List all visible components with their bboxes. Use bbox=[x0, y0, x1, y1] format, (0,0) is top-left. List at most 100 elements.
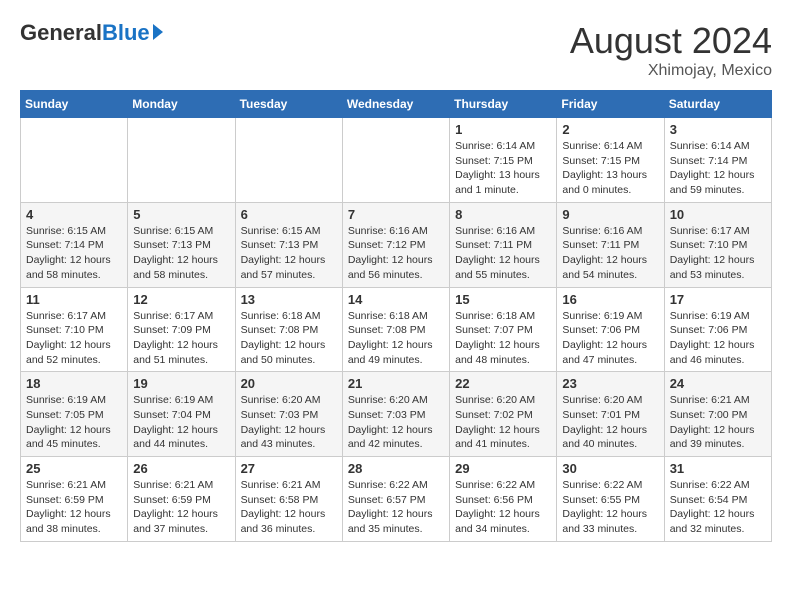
calendar-cell: 31 Sunrise: 6:22 AM Sunset: 6:54 PM Dayli… bbox=[664, 457, 771, 542]
day-number: 4 bbox=[26, 207, 122, 222]
day-number: 30 bbox=[562, 461, 658, 476]
column-header-thursday: Thursday bbox=[450, 91, 557, 118]
day-info: Sunrise: 6:21 AM Sunset: 7:00 PM Dayligh… bbox=[670, 393, 766, 452]
day-number: 6 bbox=[241, 207, 337, 222]
day-number: 26 bbox=[133, 461, 229, 476]
day-number: 31 bbox=[670, 461, 766, 476]
calendar-cell: 30 Sunrise: 6:22 AM Sunset: 6:55 PM Dayli… bbox=[557, 457, 664, 542]
calendar-cell bbox=[235, 118, 342, 203]
day-info: Sunrise: 6:19 AM Sunset: 7:05 PM Dayligh… bbox=[26, 393, 122, 452]
calendar-cell: 10Sunrise: 6:17 AM Sunset: 7:10 PM Dayli… bbox=[664, 202, 771, 287]
day-number: 29 bbox=[455, 461, 551, 476]
calendar-cell: 16Sunrise: 6:19 AM Sunset: 7:06 PM Dayli… bbox=[557, 287, 664, 372]
column-header-saturday: Saturday bbox=[664, 91, 771, 118]
calendar-week-row: 1 Sunrise: 6:14 AM Sunset: 7:15 PM Daylig… bbox=[21, 118, 772, 203]
column-header-friday: Friday bbox=[557, 91, 664, 118]
calendar-week-row: 25 Sunrise: 6:21 AM Sunset: 6:59 PM Dayli… bbox=[21, 457, 772, 542]
column-header-wednesday: Wednesday bbox=[342, 91, 449, 118]
calendar-cell: 22 Sunrise: 6:20 AM Sunset: 7:02 PM Dayli… bbox=[450, 372, 557, 457]
calendar-cell: 5 Sunrise: 6:15 AM Sunset: 7:13 PM Daylig… bbox=[128, 202, 235, 287]
day-number: 1 bbox=[455, 122, 551, 137]
calendar-cell: 12 Sunrise: 6:17 AM Sunset: 7:09 PM Dayli… bbox=[128, 287, 235, 372]
day-info: Sunrise: 6:21 AM Sunset: 6:58 PM Dayligh… bbox=[241, 478, 337, 537]
day-info: Sunrise: 6:22 AM Sunset: 6:55 PM Dayligh… bbox=[562, 478, 658, 537]
day-number: 2 bbox=[562, 122, 658, 137]
calendar-cell: 8Sunrise: 6:16 AM Sunset: 7:11 PM Daylig… bbox=[450, 202, 557, 287]
calendar-cell: 18Sunrise: 6:19 AM Sunset: 7:05 PM Dayli… bbox=[21, 372, 128, 457]
logo: General Blue bbox=[20, 20, 163, 46]
calendar-cell: 11 Sunrise: 6:17 AM Sunset: 7:10 PM Dayli… bbox=[21, 287, 128, 372]
calendar-cell bbox=[128, 118, 235, 203]
day-info: Sunrise: 6:17 AM Sunset: 7:09 PM Dayligh… bbox=[133, 309, 229, 368]
page-header: General Blue August 2024 Xhimojay, Mexic… bbox=[20, 20, 772, 80]
day-number: 10 bbox=[670, 207, 766, 222]
day-info: Sunrise: 6:21 AM Sunset: 6:59 PM Dayligh… bbox=[133, 478, 229, 537]
day-number: 15 bbox=[455, 292, 551, 307]
calendar-cell: 24 Sunrise: 6:21 AM Sunset: 7:00 PM Dayli… bbox=[664, 372, 771, 457]
day-number: 7 bbox=[348, 207, 444, 222]
day-info: Sunrise: 6:22 AM Sunset: 6:57 PM Dayligh… bbox=[348, 478, 444, 537]
day-number: 19 bbox=[133, 376, 229, 391]
day-info: Sunrise: 6:21 AM Sunset: 6:59 PM Dayligh… bbox=[26, 478, 122, 537]
day-info: Sunrise: 6:22 AM Sunset: 6:54 PM Dayligh… bbox=[670, 478, 766, 537]
day-info: Sunrise: 6:20 AM Sunset: 7:03 PM Dayligh… bbox=[348, 393, 444, 452]
calendar-cell bbox=[342, 118, 449, 203]
day-number: 22 bbox=[455, 376, 551, 391]
calendar-cell: 15 Sunrise: 6:18 AM Sunset: 7:07 PM Dayli… bbox=[450, 287, 557, 372]
day-info: Sunrise: 6:19 AM Sunset: 7:06 PM Dayligh… bbox=[562, 309, 658, 368]
calendar-cell: 3Sunrise: 6:14 AM Sunset: 7:14 PM Daylig… bbox=[664, 118, 771, 203]
day-number: 24 bbox=[670, 376, 766, 391]
day-info: Sunrise: 6:19 AM Sunset: 7:06 PM Dayligh… bbox=[670, 309, 766, 368]
day-info: Sunrise: 6:18 AM Sunset: 7:08 PM Dayligh… bbox=[348, 309, 444, 368]
day-number: 5 bbox=[133, 207, 229, 222]
day-number: 25 bbox=[26, 461, 122, 476]
day-number: 11 bbox=[26, 292, 122, 307]
day-info: Sunrise: 6:22 AM Sunset: 6:56 PM Dayligh… bbox=[455, 478, 551, 537]
day-info: Sunrise: 6:15 AM Sunset: 7:13 PM Dayligh… bbox=[241, 224, 337, 283]
column-header-tuesday: Tuesday bbox=[235, 91, 342, 118]
calendar-week-row: 11 Sunrise: 6:17 AM Sunset: 7:10 PM Dayli… bbox=[21, 287, 772, 372]
column-header-monday: Monday bbox=[128, 91, 235, 118]
calendar-cell: 27 Sunrise: 6:21 AM Sunset: 6:58 PM Dayli… bbox=[235, 457, 342, 542]
day-number: 14 bbox=[348, 292, 444, 307]
day-number: 23 bbox=[562, 376, 658, 391]
day-number: 21 bbox=[348, 376, 444, 391]
calendar-cell: 14 Sunrise: 6:18 AM Sunset: 7:08 PM Dayli… bbox=[342, 287, 449, 372]
day-number: 13 bbox=[241, 292, 337, 307]
logo-blue-text: Blue bbox=[102, 20, 150, 46]
day-number: 28 bbox=[348, 461, 444, 476]
calendar-cell: 7 Sunrise: 6:16 AM Sunset: 7:12 PM Daylig… bbox=[342, 202, 449, 287]
day-info: Sunrise: 6:18 AM Sunset: 7:08 PM Dayligh… bbox=[241, 309, 337, 368]
day-info: Sunrise: 6:18 AM Sunset: 7:07 PM Dayligh… bbox=[455, 309, 551, 368]
day-info: Sunrise: 6:16 AM Sunset: 7:12 PM Dayligh… bbox=[348, 224, 444, 283]
day-info: Sunrise: 6:16 AM Sunset: 7:11 PM Dayligh… bbox=[562, 224, 658, 283]
calendar-cell: 13 Sunrise: 6:18 AM Sunset: 7:08 PM Dayli… bbox=[235, 287, 342, 372]
day-number: 20 bbox=[241, 376, 337, 391]
day-info: Sunrise: 6:15 AM Sunset: 7:13 PM Dayligh… bbox=[133, 224, 229, 283]
calendar-cell: 4 Sunrise: 6:15 AM Sunset: 7:14 PM Daylig… bbox=[21, 202, 128, 287]
day-info: Sunrise: 6:15 AM Sunset: 7:14 PM Dayligh… bbox=[26, 224, 122, 283]
day-info: Sunrise: 6:20 AM Sunset: 7:02 PM Dayligh… bbox=[455, 393, 551, 452]
calendar-cell: 19Sunrise: 6:19 AM Sunset: 7:04 PM Dayli… bbox=[128, 372, 235, 457]
month-year-title: August 2024 bbox=[570, 20, 772, 62]
calendar-cell: 9Sunrise: 6:16 AM Sunset: 7:11 PM Daylig… bbox=[557, 202, 664, 287]
calendar-cell: 20 Sunrise: 6:20 AM Sunset: 7:03 PM Dayli… bbox=[235, 372, 342, 457]
calendar-cell: 23 Sunrise: 6:20 AM Sunset: 7:01 PM Dayli… bbox=[557, 372, 664, 457]
calendar-cell: 1 Sunrise: 6:14 AM Sunset: 7:15 PM Daylig… bbox=[450, 118, 557, 203]
calendar-cell: 29 Sunrise: 6:22 AM Sunset: 6:56 PM Dayli… bbox=[450, 457, 557, 542]
calendar-week-row: 4 Sunrise: 6:15 AM Sunset: 7:14 PM Daylig… bbox=[21, 202, 772, 287]
day-number: 12 bbox=[133, 292, 229, 307]
calendar-header-row: SundayMondayTuesdayWednesdayThursdayFrid… bbox=[21, 91, 772, 118]
day-number: 27 bbox=[241, 461, 337, 476]
day-info: Sunrise: 6:20 AM Sunset: 7:01 PM Dayligh… bbox=[562, 393, 658, 452]
day-info: Sunrise: 6:14 AM Sunset: 7:15 PM Dayligh… bbox=[455, 139, 551, 198]
column-header-sunday: Sunday bbox=[21, 91, 128, 118]
logo-general-text: General bbox=[20, 20, 102, 46]
calendar-cell: 21 Sunrise: 6:20 AM Sunset: 7:03 PM Dayli… bbox=[342, 372, 449, 457]
calendar-cell: 25 Sunrise: 6:21 AM Sunset: 6:59 PM Dayli… bbox=[21, 457, 128, 542]
day-info: Sunrise: 6:20 AM Sunset: 7:03 PM Dayligh… bbox=[241, 393, 337, 452]
calendar-cell: 28 Sunrise: 6:22 AM Sunset: 6:57 PM Dayli… bbox=[342, 457, 449, 542]
day-info: Sunrise: 6:17 AM Sunset: 7:10 PM Dayligh… bbox=[26, 309, 122, 368]
logo-arrow-icon bbox=[153, 24, 163, 40]
day-number: 17 bbox=[670, 292, 766, 307]
